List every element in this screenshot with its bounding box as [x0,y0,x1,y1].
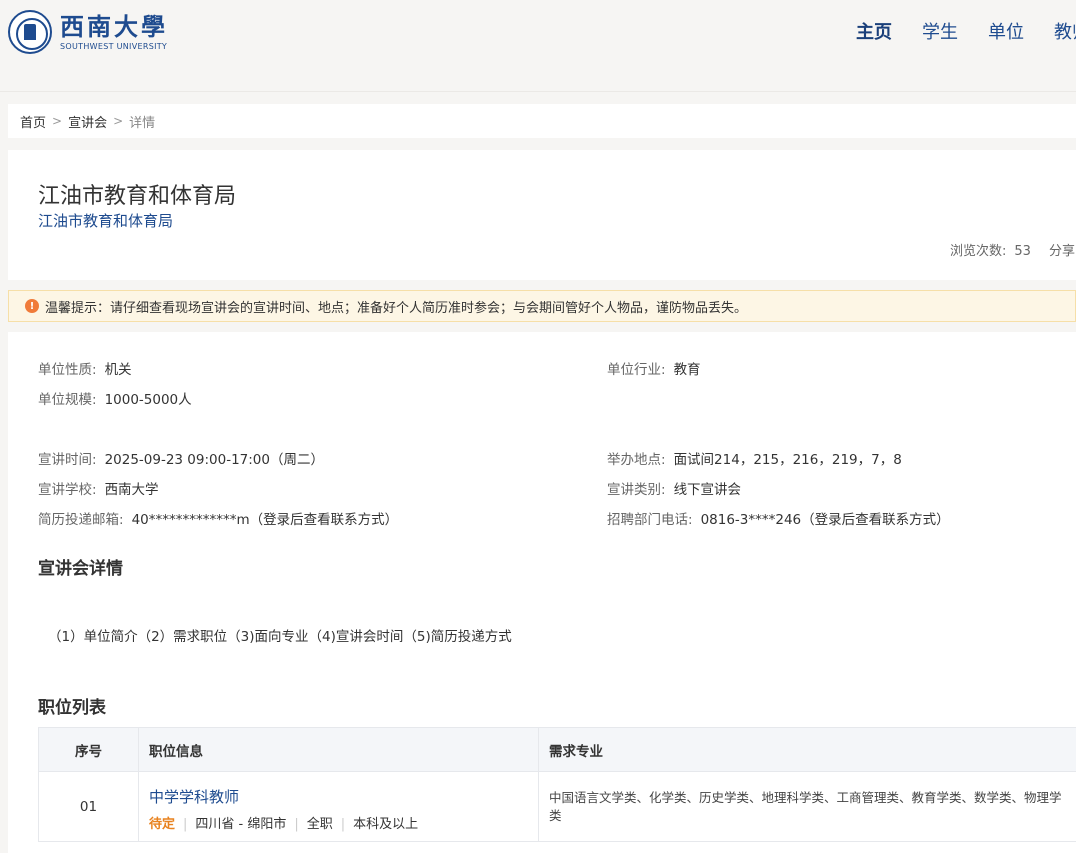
share-button[interactable]: 分享 [1049,244,1075,259]
company-industry: 单位行业: 教育 [607,362,701,378]
company-scale: 单位规模: 1000-5000人 [38,392,192,408]
university-seal-icon [8,10,52,54]
main-nav: 主页 学生 单位 教师 [856,20,1076,46]
nav-teachers[interactable]: 教师 [1054,20,1076,46]
warning-icon: ! [25,299,39,313]
jobs-heading: 职位列表 [38,698,106,718]
session-place: 举办地点: 面试间214，215，216，219，7，8 [607,452,902,468]
company-link[interactable]: 江油市教育和体育局 [38,210,173,231]
breadcrumb-home[interactable]: 首页 [20,112,46,131]
logo-chinese-name: 西南大學 [60,11,168,41]
session-time: 宣讲时间: 2025-09-23 09:00-17:00（周二） [38,452,324,468]
job-info-cell: 中学学科教师 待定 | 四川省 - 绵阳市 | 全职 | 本科及以上 [139,772,539,841]
site-header: 西南大學 SOUTHWEST UNIVERSITY 主页 学生 单位 教师 [0,0,1076,92]
breadcrumb-section[interactable]: 宣讲会 [68,112,107,131]
table-header: 序号 职位信息 需求专业 [39,728,1076,772]
job-majors: 中国语言文学类、化学类、历史学类、地理科学类、工商管理类、教育学类、数学类、物理… [549,790,1062,823]
chevron-right-icon: > [113,114,124,128]
col-majors: 需求专业 [549,743,603,760]
session-type: 宣讲类别: 线下宣讲会 [607,482,742,498]
nav-students[interactable]: 学生 [922,20,958,46]
job-title-link[interactable]: 中学学科教师 [149,786,538,807]
job-degree: 本科及以上 [353,817,419,832]
col-job-info: 职位信息 [139,728,539,771]
views-count: 53 [1014,244,1031,259]
company-nature: 单位性质: 机关 [38,362,132,378]
event-title: 江油市教育和体育局 [38,184,237,209]
row-index: 01 [39,772,139,841]
warm-tip-banner: ! 温馨提示：请仔细查看现场宣讲会的宣讲时间、地点；准备好个人简历准时参会；与会… [8,290,1076,322]
event-title-card: 江油市教育和体育局 江油市教育和体育局 浏览次数: 53 分享 [8,150,1076,280]
nav-home[interactable]: 主页 [856,20,892,46]
table-row: 01 中学学科教师 待定 | 四川省 - 绵阳市 | 全职 | 本科及以上 中国语言文学类、… [39,772,1076,841]
job-type: 全职 [306,817,333,832]
recruit-phone: 招聘部门电话: 0816-3****246（登录后查看联系方式） [607,512,950,528]
breadcrumb: 首页 > 宣讲会 > 详情 [8,104,1076,138]
university-logo[interactable]: 西南大學 SOUTHWEST UNIVERSITY [8,10,168,54]
view-stats: 浏览次数: 53 分享 [950,240,1075,259]
nav-employers[interactable]: 单位 [988,20,1024,46]
details-content: （1）单位简介（2）需求职位（3)面向专业（4)宣讲会时间（5)简历投递方式 [48,629,512,645]
logo-english-name: SOUTHWEST UNIVERSITY [60,41,168,51]
chevron-right-icon: > [52,114,63,128]
breadcrumb-current: 详情 [129,115,156,131]
job-meta: 待定 | 四川省 - 绵阳市 | 全职 | 本科及以上 [149,817,419,832]
col-index: 序号 [39,728,139,771]
job-status: 待定 [149,817,176,832]
details-heading: 宣讲会详情 [38,559,123,579]
views-label: 浏览次数: [950,244,1007,259]
job-location: 四川省 - 绵阳市 [195,817,287,832]
session-school: 宣讲学校: 西南大学 [38,482,159,498]
tip-text: 温馨提示：请仔细查看现场宣讲会的宣讲时间、地点；准备好个人简历准时参会；与会期间… [45,300,748,316]
jobs-table: 序号 职位信息 需求专业 01 中学学科教师 待定 | 四川省 - 绵阳市 | 全职 | 本… [38,727,1076,842]
resume-email: 简历投递邮箱: 40*************m（登录后查看联系方式） [38,512,399,528]
event-detail-panel: 单位性质: 机关 单位行业: 教育 单位规模: 1000-5000人 宣讲时间: 202… [8,332,1076,853]
